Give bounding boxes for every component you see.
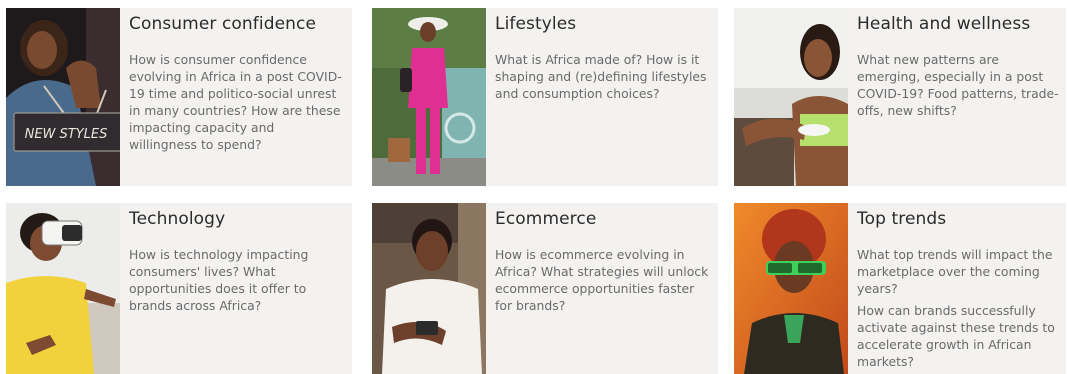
photo-technology (6, 203, 120, 374)
card-ecommerce[interactable]: Ecommerce How is ecommerce evolving in A… (372, 203, 718, 374)
card-paragraph: How can brands successfully activate aga… (857, 303, 1055, 369)
card-paragraph: What is Africa made of? How is it shapin… (495, 52, 707, 101)
card-description: How is consumer confidence evolving in A… (129, 51, 346, 153)
card-paragraph: What top trends will impact the marketpl… (857, 247, 1053, 296)
topics-grid: NEW STYLES Consumer confidence How is co… (0, 0, 1067, 374)
card-top-trends[interactable]: Top trends What top trends will impact t… (734, 203, 1066, 374)
card-consumer-confidence[interactable]: NEW STYLES Consumer confidence How is co… (6, 8, 352, 186)
card-title: Lifestyles (495, 14, 577, 34)
card-title: Consumer confidence (129, 14, 317, 34)
card-description: What new patterns are emerging, especial… (857, 51, 1060, 119)
card-paragraph: How is consumer confidence evolving in A… (129, 52, 342, 152)
photo-top-trends (734, 203, 848, 374)
photo-health-and-wellness (734, 8, 848, 186)
photo-consumer-confidence: NEW STYLES (6, 8, 120, 186)
new-styles-sign-text: NEW STYLES (25, 127, 108, 142)
photo-ecommerce (372, 203, 486, 374)
card-description: How is ecommerce evolving in Africa? Wha… (495, 246, 712, 314)
card-lifestyles[interactable]: Lifestyles What is Africa made of? How i… (372, 8, 718, 186)
card-title: Ecommerce (495, 209, 597, 229)
photo-lifestyles (372, 8, 486, 186)
card-paragraph: What new patterns are emerging, especial… (857, 52, 1059, 118)
card-health-and-wellness[interactable]: Health and wellness What new patterns ar… (734, 8, 1066, 186)
card-technology[interactable]: Technology How is technology impacting c… (6, 203, 352, 374)
card-description: How is technology impacting consumers' l… (129, 246, 346, 314)
card-paragraph: How is ecommerce evolving in Africa? Wha… (495, 247, 709, 313)
card-description: What top trends will impact the marketpl… (857, 246, 1060, 370)
card-title: Technology (129, 209, 226, 229)
card-title: Top trends (857, 209, 947, 229)
card-title: Health and wellness (857, 14, 1031, 34)
card-paragraph: How is technology impacting consumers' l… (129, 247, 309, 313)
card-description: What is Africa made of? How is it shapin… (495, 51, 712, 102)
